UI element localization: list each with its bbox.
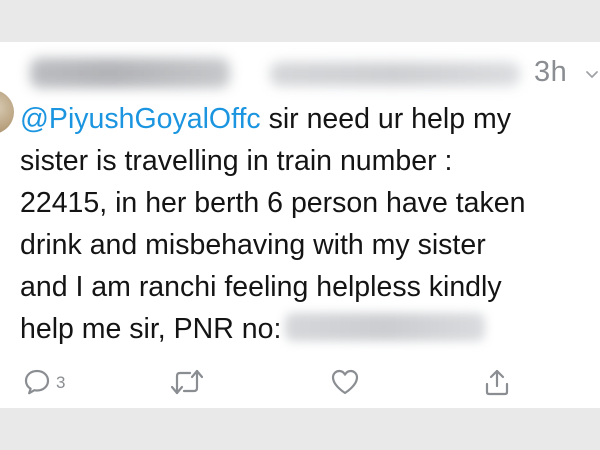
mention-link[interactable]: @PiyushGoyalOffc <box>20 103 261 135</box>
tweet-line: and I am ranchi feeling helpless kindly <box>20 271 502 303</box>
tweet-line: 22415, in her berth 6 person have taken <box>20 187 526 219</box>
tweet-timestamp[interactable]: 3h <box>534 56 567 89</box>
display-name-redacted <box>30 58 230 88</box>
tweet-line-text: help me sir, PNR no: <box>20 313 282 345</box>
like-button[interactable] <box>330 362 360 402</box>
username-redacted <box>270 62 520 86</box>
share-button[interactable] <box>482 362 512 402</box>
tweet-line: sister is travelling in train number : <box>20 145 453 177</box>
tweet-line-text: sir need ur help my <box>260 103 511 135</box>
pnr-redacted <box>285 313 486 342</box>
share-icon <box>482 367 512 397</box>
reply-button[interactable]: 3 <box>22 362 65 402</box>
tweet-line: @PiyushGoyalOffc sir need ur help my <box>20 98 600 140</box>
tweet-line: help me sir, PNR no: <box>20 308 600 350</box>
like-icon <box>330 367 360 397</box>
reply-count: 3 <box>56 373 66 392</box>
retweet-icon <box>170 367 204 397</box>
tweet-card[interactable]: 3h @PiyushGoyalOffc sir need ur help my … <box>0 42 600 408</box>
tweet-actions: 3 <box>0 362 600 402</box>
reply-icon <box>22 367 52 397</box>
tweet-line: drink and misbehaving with my sister <box>20 229 486 261</box>
chevron-down-icon[interactable] <box>585 68 599 82</box>
retweet-button[interactable] <box>170 362 204 402</box>
tweet-text: @PiyushGoyalOffc sir need ur help my sis… <box>20 98 600 350</box>
avatar[interactable] <box>0 90 14 134</box>
